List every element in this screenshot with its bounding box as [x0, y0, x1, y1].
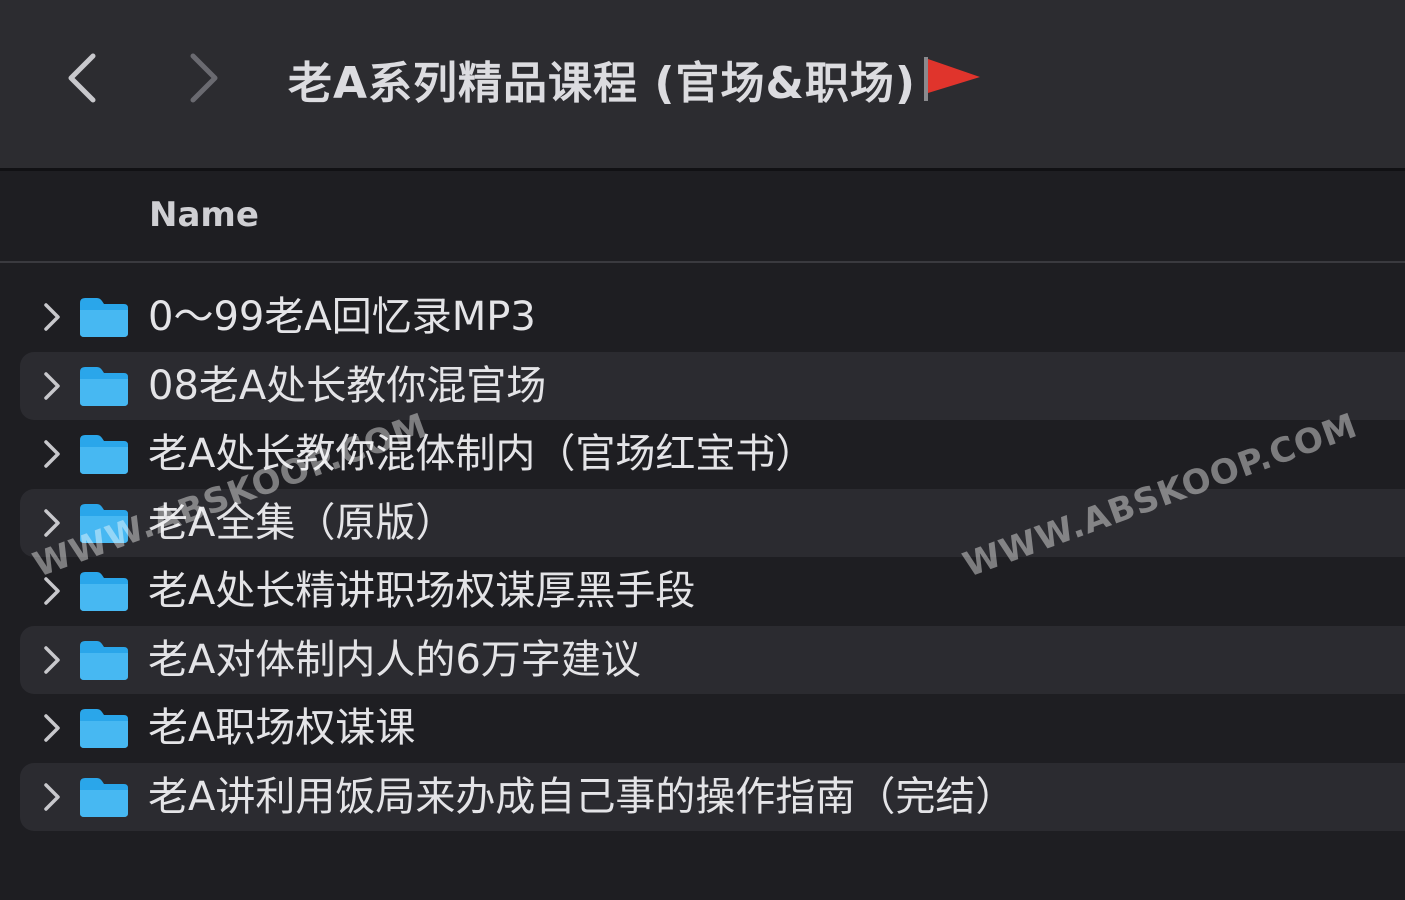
list-item-label: 08老A处长教你混官场 — [148, 362, 547, 409]
list-item-label: 0～99老A回忆录MP3 — [148, 294, 536, 340]
list-item-label: 老A对体制内人的6万字建议 — [148, 636, 641, 683]
list-item[interactable]: 老A处长教你混体制内（官场红宝书） — [20, 420, 1405, 489]
chevron-right-icon — [44, 714, 60, 742]
list-item[interactable]: 老A对体制内人的6万字建议 — [20, 625, 1405, 694]
disclosure-triangle[interactable] — [38, 505, 66, 541]
chevron-right-icon — [190, 53, 218, 103]
list-item[interactable]: 老A全集（原版） — [20, 488, 1405, 557]
back-button[interactable] — [52, 46, 112, 110]
window-title-group: 老A系列精品课程 (官场&职场) — [288, 44, 984, 114]
disclosure-triangle[interactable] — [38, 710, 66, 746]
disclosure-triangle[interactable] — [38, 299, 66, 335]
disclosure-triangle[interactable] — [38, 436, 66, 472]
column-header-name[interactable]: Name — [149, 195, 259, 235]
folder-icon — [78, 364, 130, 408]
chevron-right-icon — [44, 508, 60, 537]
list-item-label: 老A处长精讲职场权谋厚黑手段 — [148, 568, 696, 614]
list-item-label: 老A全集（原版） — [148, 499, 456, 546]
disclosure-triangle[interactable] — [38, 573, 66, 609]
disclosure-triangle[interactable] — [38, 368, 66, 404]
folder-icon — [78, 569, 130, 613]
folder-icon — [78, 775, 130, 819]
chevron-right-icon — [44, 645, 60, 674]
chevron-right-icon — [44, 303, 60, 331]
file-list: 0～99老A回忆录MP3 08老A处长教你混官场老A处长教你混体制内（官场红宝书）… — [0, 283, 1405, 831]
titlebar: 老A系列精品课程 (官场&职场) — [0, 0, 1405, 171]
list-header: Name — [0, 171, 1405, 263]
forward-button[interactable] — [174, 46, 234, 110]
list-item-label: 老A处长教你混体制内（官场红宝书） — [148, 431, 816, 477]
disclosure-triangle[interactable] — [38, 642, 66, 678]
folder-icon — [78, 706, 130, 750]
list-item[interactable]: 0～99老A回忆录MP3 — [20, 283, 1405, 352]
list-item[interactable]: 老A职场权谋课 — [20, 694, 1405, 763]
folder-icon — [78, 501, 130, 545]
window-title: 老A系列精品课程 (官场&职场) — [288, 58, 916, 109]
red-flag-icon — [922, 55, 984, 103]
chevron-right-icon — [44, 577, 60, 605]
folder-icon — [78, 432, 130, 476]
list-item-label: 老A职场权谋课 — [148, 705, 416, 751]
chevron-right-icon — [44, 440, 60, 468]
chevron-right-icon — [44, 782, 60, 811]
list-item[interactable]: 老A讲利用饭局来办成自己事的操作指南（完结） — [20, 762, 1405, 831]
list-item-label: 老A讲利用饭局来办成自己事的操作指南（完结） — [148, 773, 1016, 820]
folder-icon — [78, 295, 130, 339]
finder-window: 老A系列精品课程 (官场&职场) Name 0～99老A回忆录MP3 08老A处长… — [0, 0, 1405, 900]
list-item[interactable]: 08老A处长教你混官场 — [20, 351, 1405, 420]
list-item[interactable]: 老A处长精讲职场权谋厚黑手段 — [20, 557, 1405, 626]
folder-icon — [78, 638, 130, 682]
disclosure-triangle[interactable] — [38, 779, 66, 815]
chevron-right-icon — [44, 371, 60, 400]
chevron-left-icon — [68, 53, 96, 103]
